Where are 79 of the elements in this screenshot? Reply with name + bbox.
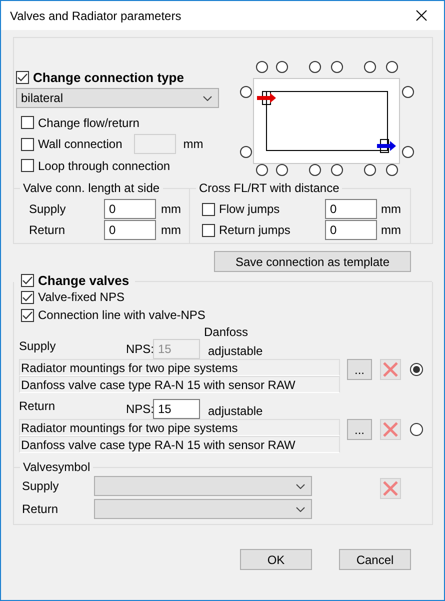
unit-label: mm xyxy=(381,223,401,237)
field-label: Return xyxy=(28,223,66,237)
browse-button[interactable]: ... xyxy=(347,419,372,440)
checkbox[interactable] xyxy=(21,116,34,129)
checkbox[interactable] xyxy=(21,138,34,150)
row-label: Supply xyxy=(19,339,57,353)
field-label: Supply xyxy=(22,479,60,493)
connection-point[interactable] xyxy=(331,164,343,176)
setting-label: adjustable xyxy=(208,404,263,418)
connection-point[interactable] xyxy=(364,164,376,176)
distance-field[interactable]: 0 xyxy=(325,220,377,240)
connection-point[interactable] xyxy=(240,146,252,158)
nps-field[interactable]: 15 xyxy=(153,399,200,419)
close-icon[interactable] xyxy=(416,10,427,21)
checkbox[interactable] xyxy=(202,224,215,236)
unit-label: mm xyxy=(183,137,204,151)
checkbox[interactable] xyxy=(21,290,34,304)
checkbox[interactable] xyxy=(21,308,34,322)
field-label: Return xyxy=(22,502,60,516)
connection-point[interactable] xyxy=(331,61,343,73)
length-field[interactable]: 0 xyxy=(104,220,156,240)
connection-point[interactable] xyxy=(309,164,321,176)
checkbox-label: Loop through connection xyxy=(38,158,170,172)
checkbox[interactable] xyxy=(21,274,34,287)
checkbox-label: Return jumps xyxy=(219,223,292,237)
checkbox-label: Change connection type xyxy=(33,70,184,84)
checkbox-label: Change flow/return xyxy=(38,116,140,130)
field-label: Supply xyxy=(28,202,67,216)
window-title: Valves and Radiator parameters xyxy=(10,8,182,22)
radio-button[interactable] xyxy=(410,423,423,436)
chevron-down-icon xyxy=(296,506,305,512)
checkbox[interactable] xyxy=(21,159,34,172)
manufacturer-label: Danfoss xyxy=(204,325,250,339)
checkbox[interactable] xyxy=(16,70,29,84)
unit-label: mm xyxy=(161,223,181,237)
connection-point[interactable] xyxy=(364,61,376,73)
valve-description: Radiator mountings for two pipe systems xyxy=(19,419,340,436)
checkbox-label: Wall connection xyxy=(38,137,122,151)
connection-point[interactable] xyxy=(402,86,414,98)
checkbox-label: Connection line with valve-NPS xyxy=(38,308,206,322)
connection-point[interactable] xyxy=(240,86,252,98)
unit-label: mm xyxy=(161,202,181,216)
wall-distance-field[interactable] xyxy=(134,134,176,154)
arrow-icon xyxy=(377,141,396,151)
connection-point[interactable] xyxy=(386,61,398,73)
unit-label: mm xyxy=(381,202,401,216)
connection-point[interactable] xyxy=(402,146,414,158)
checkbox[interactable] xyxy=(202,202,215,216)
length-field[interactable]: 0 xyxy=(104,199,156,219)
connection-point[interactable] xyxy=(256,164,268,176)
checkbox-label: Valve-fixed NPS xyxy=(38,290,124,304)
cross-icon xyxy=(383,362,398,377)
connection-point[interactable] xyxy=(309,61,321,73)
connection-point[interactable] xyxy=(276,61,288,73)
row-label: Return xyxy=(19,399,56,413)
cross-icon xyxy=(383,422,398,437)
chevron-down-icon xyxy=(296,484,305,488)
connection-point[interactable] xyxy=(256,61,268,73)
checkbox-label: Flow jumps xyxy=(219,202,281,216)
distance-field[interactable]: 0 xyxy=(325,199,377,219)
connection-type-dropdown[interactable]: bilateral xyxy=(16,88,219,108)
cross-icon xyxy=(383,481,398,496)
valve-description: Danfoss valve case type RA-N 15 with sensor RAW xyxy=(19,376,340,393)
setting-label: adjustable xyxy=(208,344,263,358)
valve-description: Radiator mountings for two pipe systems xyxy=(19,359,340,376)
nps-label: NPS: xyxy=(126,402,153,416)
chevron-down-icon xyxy=(203,96,212,100)
valve-description: Danfoss valve case type RA-N 15 with sensor RAW xyxy=(19,436,340,453)
arrow-icon xyxy=(257,93,276,103)
ok-button[interactable]: OK xyxy=(240,549,312,570)
connection-point[interactable] xyxy=(276,164,288,176)
group-title: Valve conn. length at side xyxy=(20,181,163,195)
cancel-button[interactable]: Cancel xyxy=(339,549,411,570)
group-title: Valvesymbol xyxy=(20,460,94,474)
checkbox-label: Change valves xyxy=(38,273,130,288)
save-template-button[interactable]: Save connection as template xyxy=(214,251,411,272)
connection-point[interactable] xyxy=(386,164,398,176)
group-title: Cross FL/RT with distance xyxy=(196,181,342,195)
nps-label: NPS: xyxy=(126,342,153,356)
